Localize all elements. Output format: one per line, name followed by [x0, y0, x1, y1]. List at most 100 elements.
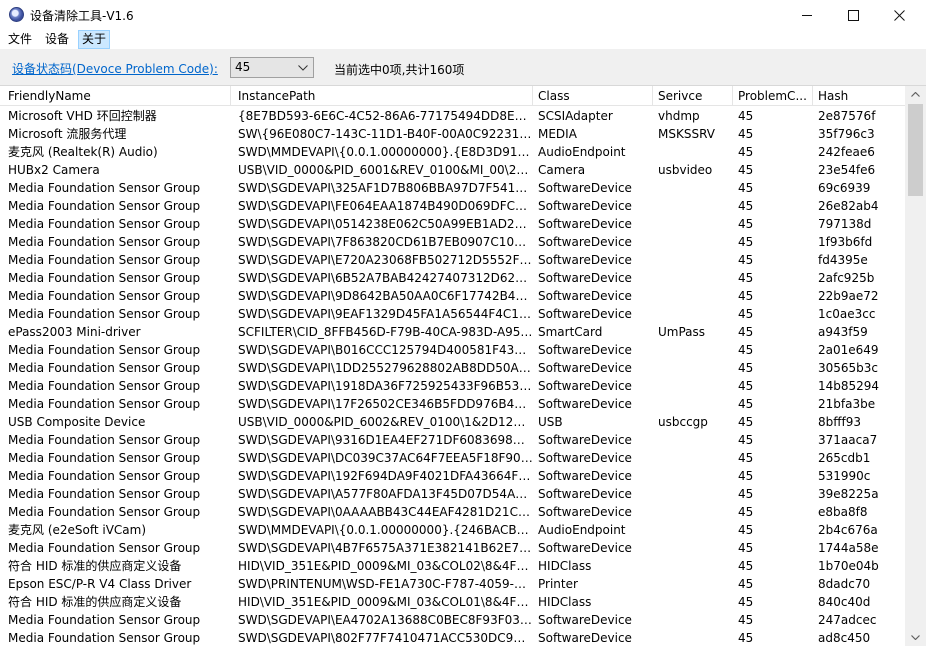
cell-service — [653, 287, 733, 305]
cell-problemcode: 45 — [738, 199, 754, 213]
cell-class: SoftwareDevice — [538, 271, 632, 285]
cell-class: SoftwareDevice — [538, 433, 632, 447]
table-row[interactable]: Media Foundation Sensor Group SWD\SGDEVAP… — [0, 629, 905, 646]
cell-service — [653, 305, 733, 323]
table-row[interactable]: ePass2003 Mini-driver SCFILTER\CID_8FFB45… — [0, 323, 905, 341]
table-row[interactable]: Media Foundation Sensor Group SWD\SGDEVAP… — [0, 395, 905, 413]
column-header-hash[interactable]: Hash — [813, 86, 893, 106]
table-row[interactable]: Media Foundation Sensor Group SWD\SGDEVAP… — [0, 539, 905, 557]
cell-class: SoftwareDevice — [538, 253, 632, 267]
table-row[interactable]: HUBx2 Camera USB\VID_0000&PID_6001&REV_01… — [0, 161, 905, 179]
table-row[interactable]: Media Foundation Sensor Group SWD\SGDEVAP… — [0, 233, 905, 251]
maximize-button[interactable] — [830, 0, 876, 30]
cell-service — [653, 197, 733, 215]
menu-file[interactable]: 文件 — [5, 30, 35, 49]
cell-service — [653, 251, 733, 269]
table-row[interactable]: Microsoft 流服务代理 SW\{96E080C7-143C-11D1-B4… — [0, 125, 905, 143]
cell-class: MEDIA — [538, 127, 577, 141]
table-row[interactable]: 符合 HID 标准的供应商定义设备 HID\VID_351E&PID_0009&M… — [0, 557, 905, 575]
cell-class: SoftwareDevice — [538, 307, 632, 321]
menu-about[interactable]: 关于 — [78, 30, 111, 49]
table-row[interactable]: Media Foundation Sensor Group SWD\SGDEVAP… — [0, 179, 905, 197]
cell-instancepath: USB\VID_0000&PID_6001&REV_0100&MI_00\2&.… — [238, 163, 533, 177]
cell-service — [653, 431, 733, 449]
cell-problemcode: 45 — [738, 469, 754, 483]
table-row[interactable]: Media Foundation Sensor Group SWD\SGDEVAP… — [0, 449, 905, 467]
cell-class: SoftwareDevice — [538, 613, 632, 627]
menu-device[interactable]: 设备 — [42, 30, 72, 49]
title-bar[interactable]: 设备清除工具-V1.6 — [0, 0, 926, 30]
table-row[interactable]: Media Foundation Sensor Group SWD\SGDEVAP… — [0, 251, 905, 269]
cell-hash: 21bfa3be — [818, 397, 876, 411]
table-row[interactable]: Media Foundation Sensor Group SWD\SGDEVAP… — [0, 377, 905, 395]
table-row[interactable]: 麦克风 (Realtek(R) Audio) SWD\MMDEVAPI\{0.0.… — [0, 143, 905, 161]
cell-service — [653, 233, 733, 251]
cell-class: SCSIAdapter — [538, 109, 613, 123]
scroll-thumb[interactable] — [908, 104, 923, 196]
cell-hash: 531990c — [818, 469, 871, 483]
cell-instancepath: SWD\SGDEVAPI\17F26502CE346B5FDD976B48EC.… — [238, 397, 533, 411]
table-row[interactable]: Media Foundation Sensor Group SWD\SGDEVAP… — [0, 611, 905, 629]
table-row[interactable]: Media Foundation Sensor Group SWD\SGDEVAP… — [0, 269, 905, 287]
vertical-scrollbar[interactable] — [905, 86, 926, 646]
cell-problemcode: 45 — [738, 505, 754, 519]
cell-hash: 26e82ab4 — [818, 199, 879, 213]
column-header-instancepath[interactable]: InstancePath — [233, 86, 533, 106]
column-header-problemcode[interactable]: ProblemC... — [733, 86, 813, 106]
column-header-friendlyname[interactable]: FriendlyName — [3, 86, 231, 106]
cell-class: HIDClass — [538, 559, 592, 573]
cell-service — [653, 179, 733, 197]
cell-hash: 2a01e649 — [818, 343, 879, 357]
table-row[interactable]: Media Foundation Sensor Group SWD\SGDEVAP… — [0, 197, 905, 215]
cell-problemcode: 45 — [738, 163, 754, 177]
cell-hash: 22b9ae72 — [818, 289, 879, 303]
table-row[interactable]: Media Foundation Sensor Group SWD\SGDEVAP… — [0, 341, 905, 359]
cell-class: Printer — [538, 577, 578, 591]
cell-friendlyname: Media Foundation Sensor Group — [8, 181, 201, 195]
table-row[interactable]: Epson ESC/P-R V4 Class Driver SWD\PRINTEN… — [0, 575, 905, 593]
cell-class: SoftwareDevice — [538, 397, 632, 411]
table-row[interactable]: Media Foundation Sensor Group SWD\SGDEVAP… — [0, 287, 905, 305]
cell-friendlyname: Microsoft VHD 环回控制器 — [8, 109, 157, 123]
scroll-up-button[interactable] — [905, 86, 926, 103]
table-row[interactable]: 符合 HID 标准的供应商定义设备 HID\VID_351E&PID_0009&M… — [0, 593, 905, 611]
cell-friendlyname: 符合 HID 标准的供应商定义设备 — [8, 559, 182, 573]
table-row[interactable]: Microsoft VHD 环回控制器 {8E7BD593-6E6C-4C52-8… — [0, 107, 905, 125]
table-row[interactable]: Media Foundation Sensor Group SWD\SGDEVAP… — [0, 431, 905, 449]
cell-instancepath: SWD\PRINTENUM\WSD-FE1A730C-F787-4059-86.… — [238, 577, 533, 591]
cell-friendlyname: Media Foundation Sensor Group — [8, 487, 201, 501]
minimize-button[interactable] — [784, 0, 830, 30]
device-table[interactable]: FriendlyName InstancePath Class Serivce … — [0, 85, 926, 646]
cell-hash: 30565b3c — [818, 361, 879, 375]
cell-problemcode: 45 — [738, 541, 754, 555]
column-header-class[interactable]: Class — [533, 86, 653, 106]
close-button[interactable] — [876, 0, 922, 30]
cell-friendlyname: ePass2003 Mini-driver — [8, 325, 141, 339]
table-row[interactable]: Media Foundation Sensor Group SWD\SGDEVAP… — [0, 485, 905, 503]
table-row[interactable]: Media Foundation Sensor Group SWD\SGDEVAP… — [0, 359, 905, 377]
table-row[interactable]: Media Foundation Sensor Group SWD\SGDEVAP… — [0, 215, 905, 233]
cell-service — [653, 557, 733, 575]
cell-class: Camera — [538, 163, 586, 177]
close-icon — [893, 9, 905, 21]
scroll-down-button[interactable] — [905, 629, 926, 646]
cell-instancepath: SWD\SGDEVAPI\802F77F7410471ACC530DC9D6..… — [238, 631, 533, 645]
table-row[interactable]: Media Foundation Sensor Group SWD\SGDEVAP… — [0, 305, 905, 323]
cell-friendlyname: Media Foundation Sensor Group — [8, 379, 201, 393]
cell-service — [653, 503, 733, 521]
table-row[interactable]: USB Composite Device USB\VID_0000&PID_600… — [0, 413, 905, 431]
table-row[interactable]: 麦克风 (e2eSoft iVCam) SWD\MMDEVAPI\{0.0.1.0… — [0, 521, 905, 539]
table-row[interactable]: Media Foundation Sensor Group SWD\SGDEVAP… — [0, 503, 905, 521]
cell-class: SmartCard — [538, 325, 603, 339]
cell-problemcode: 45 — [738, 397, 754, 411]
cell-instancepath: SW\{96E080C7-143C-11D1-B40F-00A0C9223196… — [238, 127, 533, 141]
cell-problemcode: 45 — [738, 235, 754, 249]
cell-problemcode: 45 — [738, 289, 754, 303]
problem-code-select[interactable]: 45 — [230, 57, 314, 78]
cell-problemcode: 45 — [738, 613, 754, 627]
problem-code-link[interactable]: 设备状态码(Devoce Problem Code): — [12, 60, 218, 77]
column-header-service[interactable]: Serivce — [653, 86, 733, 106]
table-row[interactable]: Media Foundation Sensor Group SWD\SGDEVAP… — [0, 467, 905, 485]
cell-hash: 8bfff93 — [818, 415, 862, 429]
cell-hash: 840c40d — [818, 595, 871, 609]
